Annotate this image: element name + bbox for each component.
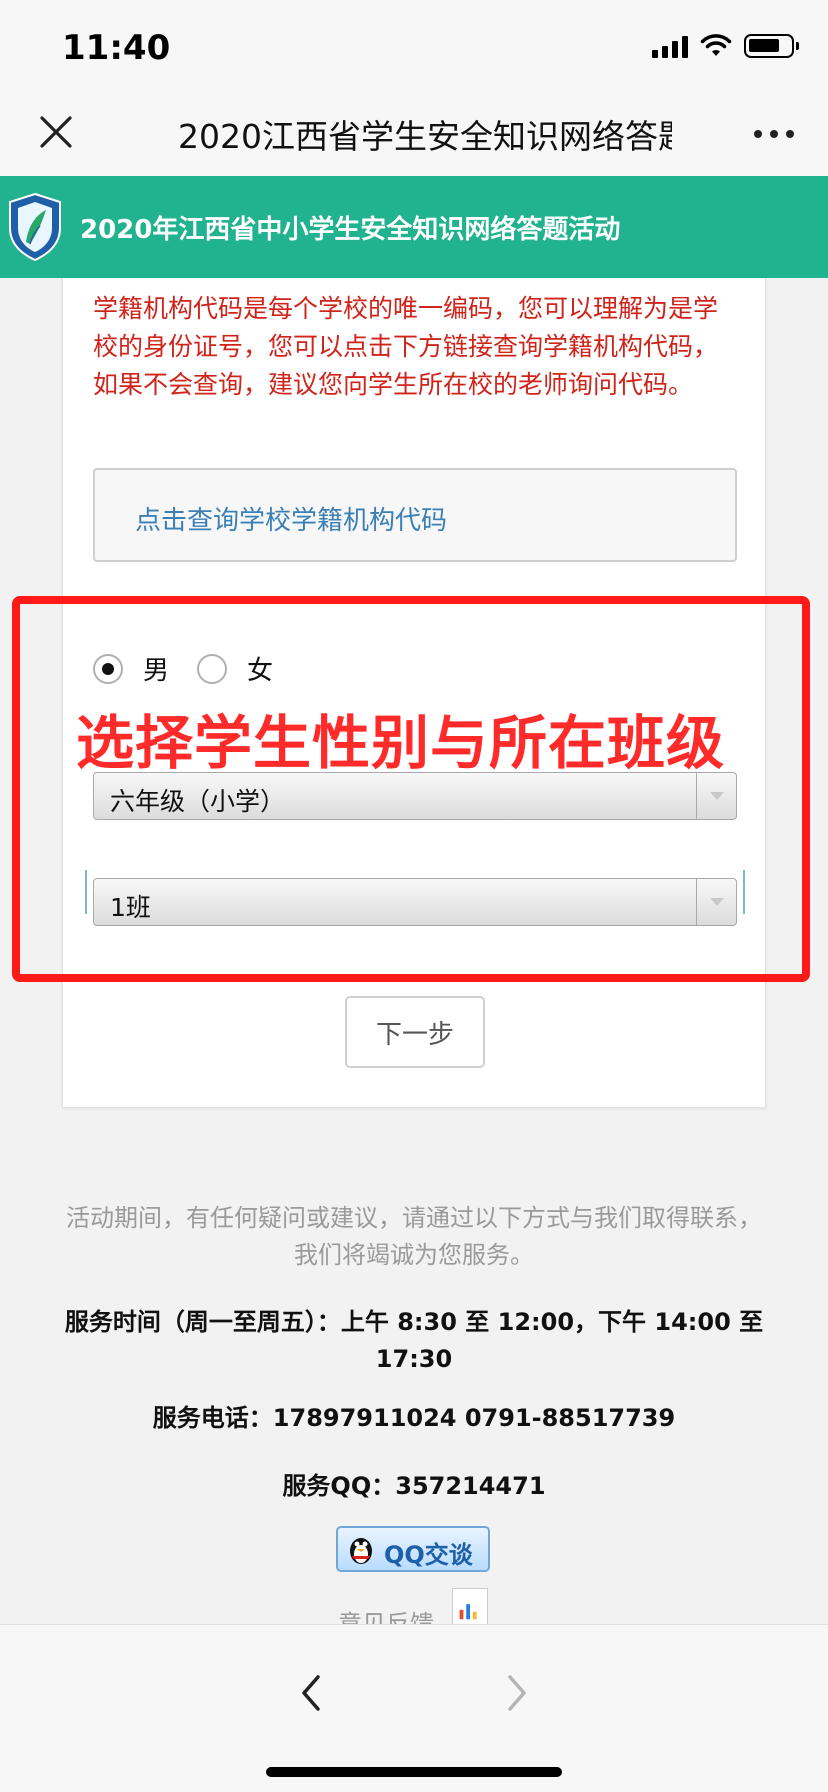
browser-nav-bar: 2020江西省学生安全知识网络答题活动 xyxy=(0,100,828,176)
qq-chat-button[interactable]: QQ交谈 xyxy=(336,1526,490,1572)
more-icon[interactable] xyxy=(754,130,794,138)
next-step-button[interactable]: 下一步 xyxy=(345,996,485,1068)
shield-logo-icon xyxy=(9,192,61,262)
annotation-highlight-box xyxy=(12,596,810,982)
battery-icon xyxy=(744,34,799,58)
annotation-text: 选择学生性别与所在班级 xyxy=(76,709,726,777)
service-qq: 服务QQ：357214471 xyxy=(282,1472,546,1500)
query-link-box[interactable]: 点击查询学校学籍机构代码 xyxy=(93,468,737,562)
status-bar: 11:40 xyxy=(0,0,828,100)
status-time: 11:40 xyxy=(62,28,171,68)
wifi-icon xyxy=(700,34,732,56)
forward-arrow-icon[interactable] xyxy=(502,1673,532,1713)
service-hours: 服务时间（周一至周五）：上午 8:30 至 12:00，下午 14:00 至 1… xyxy=(64,1308,764,1373)
close-icon[interactable] xyxy=(36,112,76,152)
back-arrow-icon[interactable] xyxy=(296,1673,326,1713)
contact-note: 活动期间，有任何疑问或建议，请通过以下方式与我们取得联系，我们将竭诚为您服务。 xyxy=(66,1204,762,1269)
browser-bottom-bar xyxy=(0,1624,828,1792)
qq-penguin-icon xyxy=(350,1538,372,1564)
qq-chat-label: QQ交谈 xyxy=(384,1541,473,1569)
school-code-notice: 学籍机构代码是每个学校的唯一编码，您可以理解为是学校的身份证号，您可以点击下方链… xyxy=(93,294,719,399)
site-header: 2020年江西省中小学生安全知识网络答题活动 xyxy=(0,176,828,278)
signal-icon xyxy=(652,34,688,58)
page-title: 2020江西省学生安全知识网络答题活动 xyxy=(178,117,672,156)
status-icons xyxy=(652,34,799,58)
query-school-code-link[interactable]: 点击查询学校学籍机构代码 xyxy=(135,500,447,537)
site-title: 2020年江西省中小学生安全知识网络答题活动 xyxy=(80,215,621,245)
service-phone: 服务电话：17897911024 0791-88517739 xyxy=(152,1404,676,1432)
home-indicator xyxy=(266,1767,562,1777)
cnzz-stats-icon[interactable] xyxy=(452,1588,488,1626)
